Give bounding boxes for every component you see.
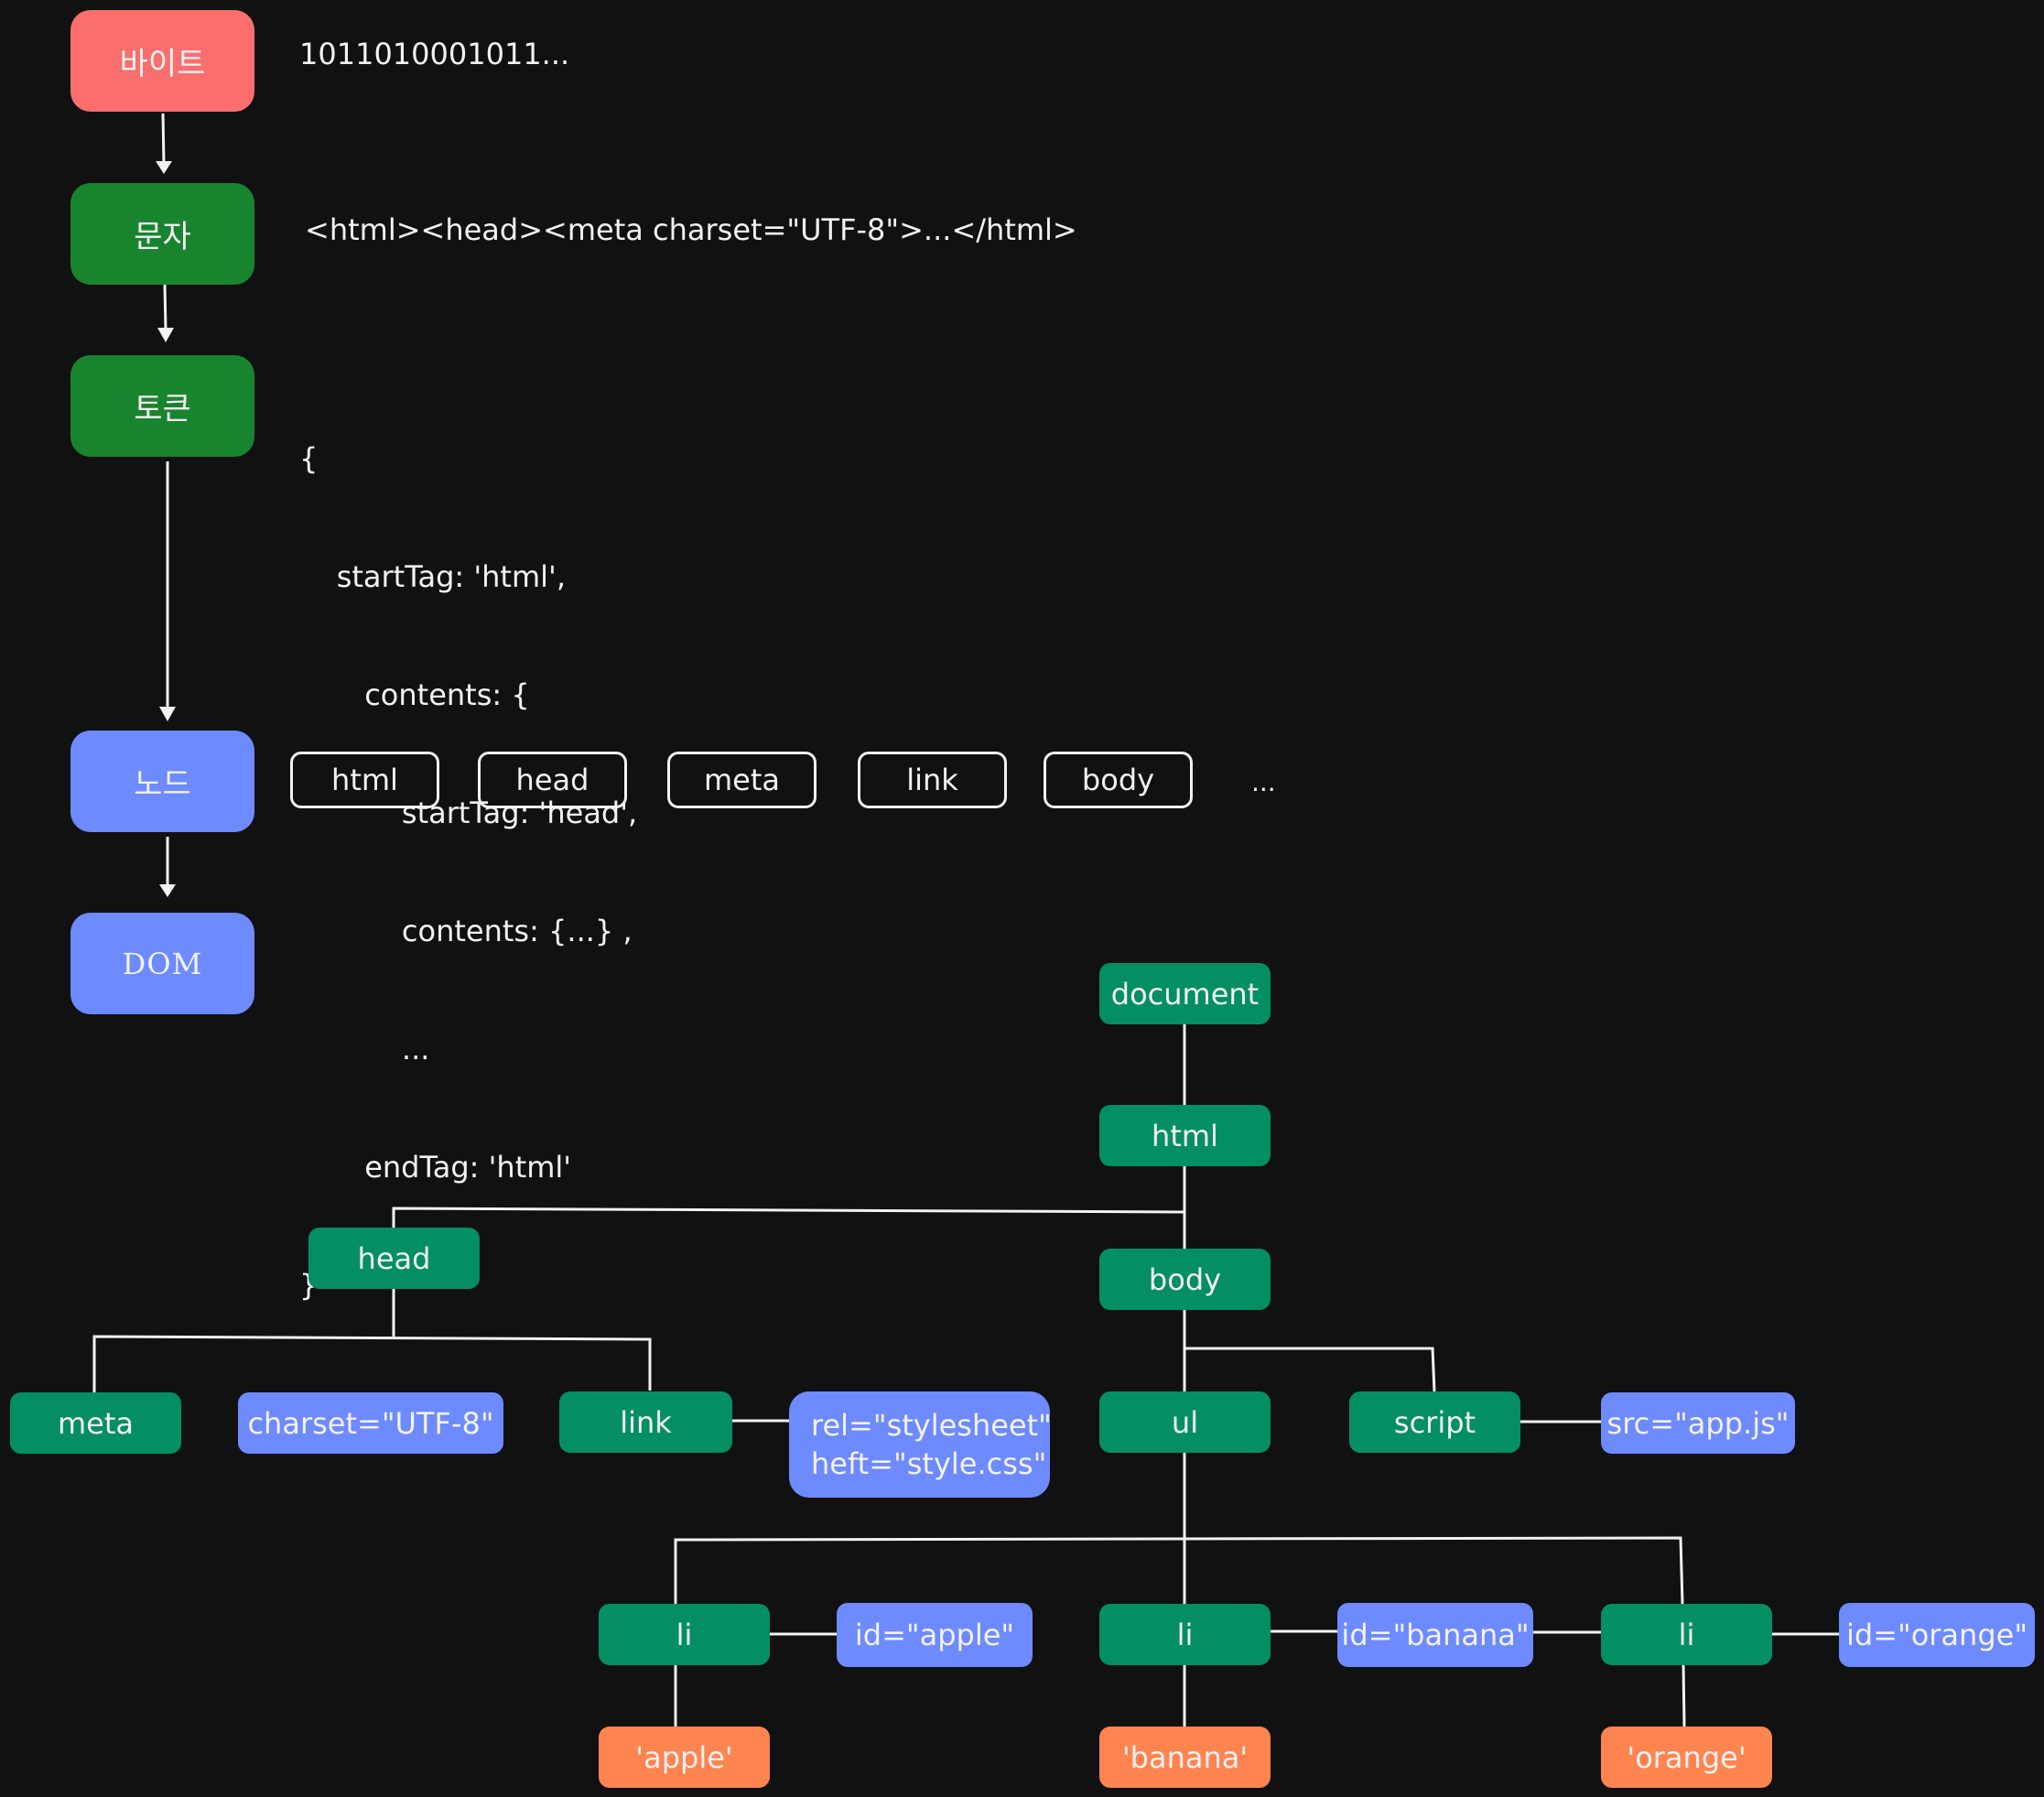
- edge-body-script: [1184, 1347, 1436, 1392]
- dom-text-node: 'orange': [1601, 1727, 1772, 1788]
- dom-attr-label: id="banana": [1341, 1618, 1530, 1652]
- stage-characters: 문자: [70, 183, 254, 285]
- arrowhead-nodes-to-dom: [159, 884, 176, 897]
- dom-node-html: html: [1099, 1105, 1271, 1166]
- dom-node-document: document: [1099, 963, 1271, 1024]
- dom-node-label: script: [1393, 1404, 1476, 1440]
- dom-attr-label: id="apple": [854, 1618, 1015, 1652]
- dom-text-label: 'banana': [1121, 1739, 1249, 1775]
- arrowhead-characters-to-tokens: [157, 328, 174, 342]
- node-list-more: ...: [1251, 767, 1276, 797]
- dom-node-li: li: [1601, 1604, 1772, 1665]
- node-list-item: html: [290, 752, 439, 808]
- dom-node-label: li: [676, 1617, 693, 1652]
- dom-node-head: head: [308, 1228, 480, 1289]
- stage-nodes: 노드: [70, 731, 254, 832]
- stage-bytes-label: 바이트: [119, 46, 206, 82]
- dom-node-label: meta: [57, 1405, 134, 1441]
- arrowhead-bytes-to-characters: [156, 161, 172, 174]
- dom-node-label: head: [357, 1240, 431, 1276]
- stage-dom-label: DOM: [122, 946, 203, 981]
- stage-bytes: 바이트: [70, 10, 254, 112]
- dom-node-body: body: [1099, 1249, 1271, 1310]
- stage-tokens-label: 토큰: [134, 391, 191, 428]
- dom-node-label: li: [1678, 1617, 1695, 1652]
- dom-attr-li-id: id="orange": [1839, 1603, 2035, 1667]
- dom-node-ul: ul: [1099, 1391, 1271, 1453]
- arrowhead-tokens-to-nodes: [159, 707, 176, 721]
- stage-tokens: 토큰: [70, 355, 254, 457]
- dom-attr-label: src="app.js": [1606, 1405, 1790, 1441]
- dom-node-meta: meta: [10, 1392, 181, 1454]
- dom-attr-label: id="orange": [1845, 1618, 2028, 1652]
- token-code-line: endTag: 'html': [299, 1150, 572, 1185]
- stage-nodes-label: 노드: [134, 766, 191, 803]
- dom-node-link: link: [559, 1391, 732, 1453]
- dom-attr-link: rel="stylesheet" heft="style.css": [789, 1391, 1052, 1498]
- characters-description: <html><head><meta charset="UTF-8">...</h…: [305, 212, 1077, 247]
- bytes-description: 1011010001011...: [299, 37, 570, 71]
- token-code-line: contents: {: [299, 677, 530, 712]
- dom-attr-meta-charset: charset="UTF-8": [238, 1392, 503, 1454]
- stage-characters-label: 문자: [134, 219, 191, 255]
- dom-attr-label: charset="UTF-8": [247, 1405, 494, 1441]
- arrow-bytes-to-characters: [161, 113, 166, 166]
- dom-node-li: li: [1099, 1604, 1271, 1665]
- dom-node-li: li: [599, 1604, 770, 1665]
- node-list-item: meta: [667, 752, 817, 808]
- token-code-line: {: [299, 441, 319, 476]
- dom-node-label: ul: [1171, 1404, 1199, 1440]
- arrow-characters-to-tokens: [163, 284, 168, 332]
- dom-text-node: 'banana': [1099, 1727, 1271, 1788]
- dom-text-label: 'apple': [635, 1739, 733, 1775]
- dom-attr-script-src: src="app.js": [1601, 1392, 1795, 1454]
- node-list-item: head: [478, 752, 627, 808]
- dom-node-label: body: [1148, 1261, 1222, 1297]
- node-list-item: link: [858, 752, 1007, 808]
- dom-text-node: 'apple': [599, 1727, 770, 1788]
- dom-node-script: script: [1349, 1391, 1520, 1453]
- node-list-item: body: [1044, 752, 1193, 808]
- dom-attr-li-id: id="apple": [837, 1603, 1033, 1667]
- edge-li3-text: [1682, 1663, 1686, 1727]
- dom-node-label: link: [620, 1404, 672, 1440]
- dom-text-label: 'orange': [1627, 1739, 1747, 1775]
- dom-node-label: li: [1176, 1617, 1194, 1652]
- token-code-line: contents: {...} ,: [299, 914, 633, 948]
- stage-dom: DOM: [70, 913, 254, 1014]
- token-code-line: startTag: 'html',: [299, 559, 566, 594]
- edge-head-meta-link-bar: [92, 1335, 652, 1392]
- dom-attr-li-id: id="banana": [1337, 1603, 1533, 1667]
- token-code: { startTag: 'html', contents: { startTag…: [299, 361, 637, 1345]
- edge-ul-li-bar: [674, 1536, 1684, 1605]
- dom-node-label: html: [1152, 1118, 1218, 1153]
- token-code-line: ...: [299, 1032, 430, 1066]
- dom-node-label: document: [1110, 976, 1260, 1012]
